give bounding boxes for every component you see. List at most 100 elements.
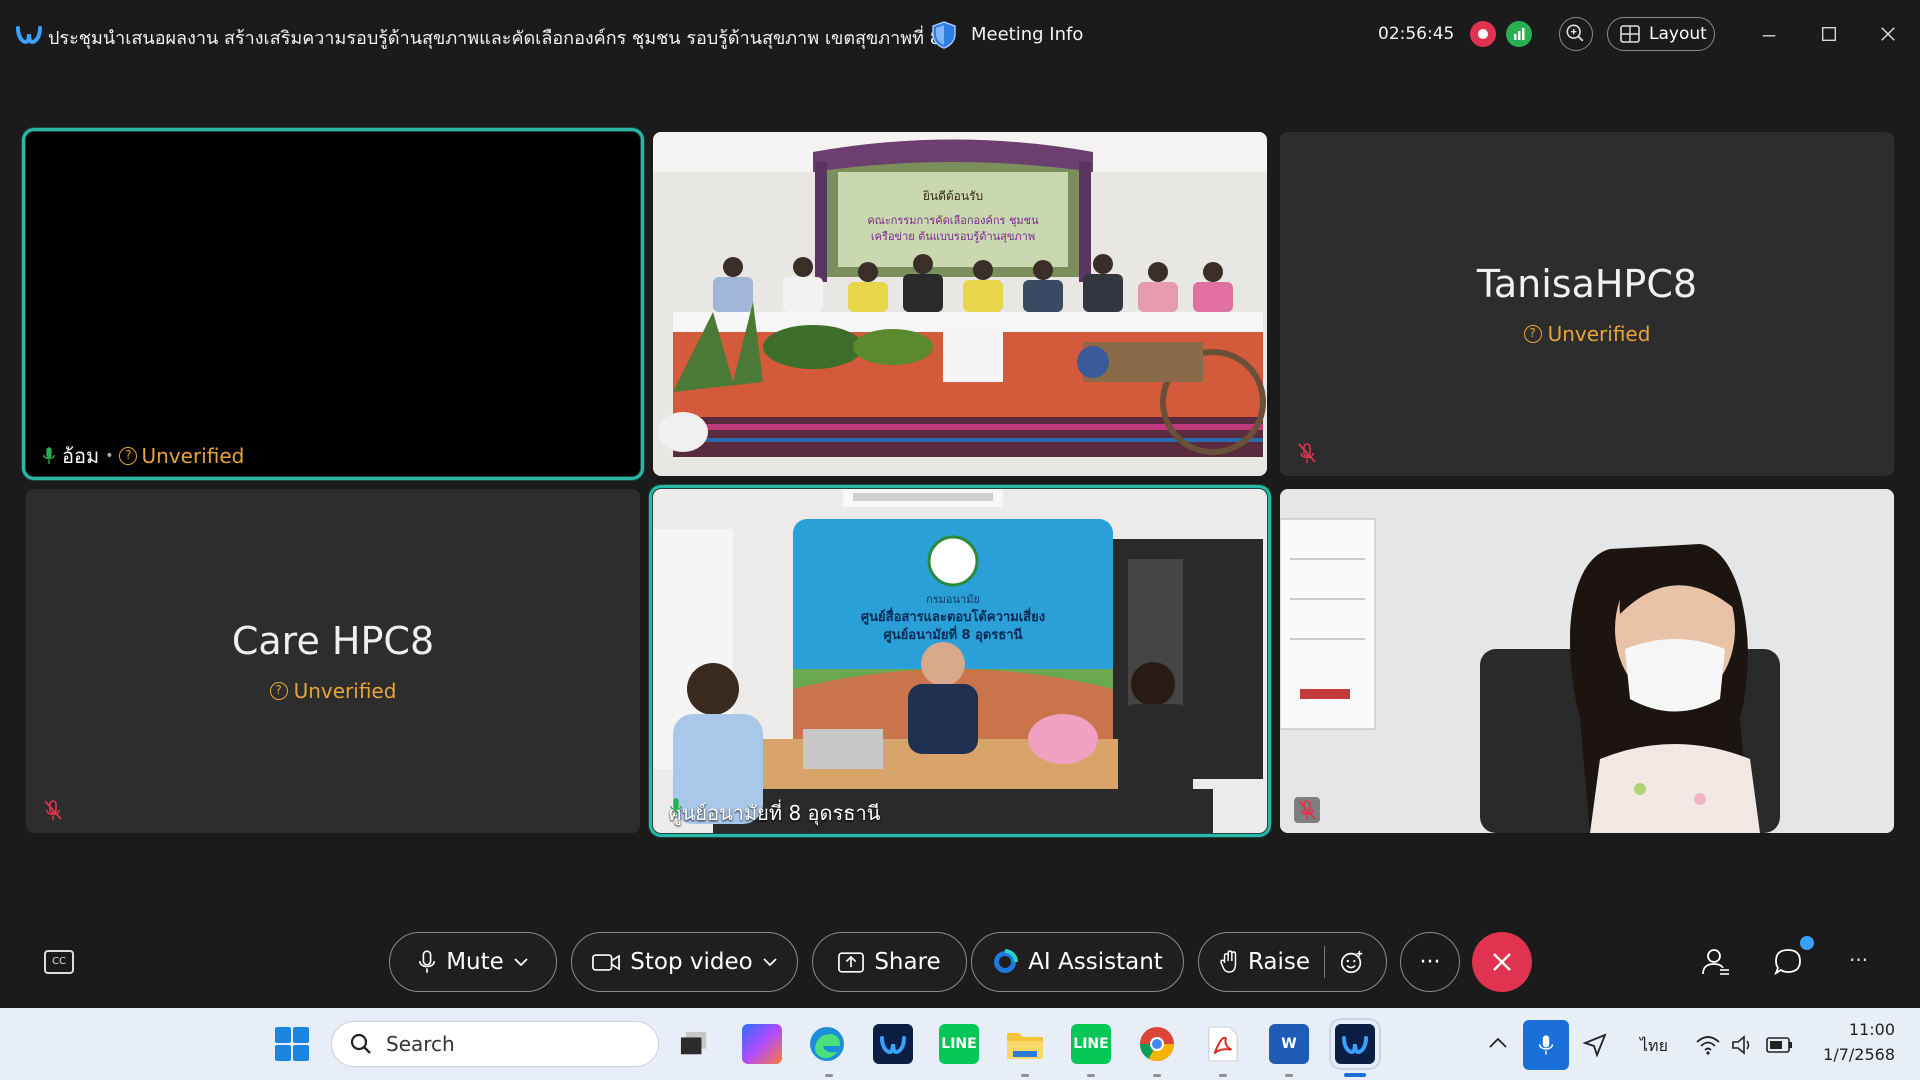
microphone-muted-icon (44, 800, 62, 820)
leave-meeting-button[interactable] (1472, 932, 1532, 992)
taskbar-search-box[interactable]: Search (331, 1021, 659, 1067)
video-camera-icon (592, 953, 621, 971)
close-button[interactable] (1874, 20, 1902, 48)
volume-icon[interactable] (1730, 1034, 1756, 1056)
maximize-button[interactable] (1815, 20, 1843, 48)
more-options-button[interactable]: ··· (1400, 932, 1460, 992)
share-label: Share (874, 949, 941, 975)
reactions-icon[interactable] (1339, 949, 1365, 975)
input-language-indicator[interactable]: ไทย (1640, 1034, 1668, 1059)
webex-taskbar-icon[interactable] (873, 1024, 913, 1064)
stop-video-button[interactable]: Stop video (571, 932, 798, 992)
banner-welcome-text: ยินดีต้อนรับ (923, 189, 983, 203)
layout-label: Layout (1649, 24, 1707, 44)
microphone-in-use-icon[interactable] (1523, 1020, 1569, 1070)
file-explorer-icon[interactable] (1005, 1024, 1045, 1064)
participant-name: Care HPC8 (231, 619, 435, 663)
meeting-timer: 02:56:45 (1378, 24, 1455, 44)
video-tile-conference-room[interactable]: ยินดีต้อนรับ คณะกรรมการคัดเลือกองค์กร ชุ… (653, 132, 1267, 476)
share-screen-icon (838, 951, 865, 973)
layout-button[interactable]: Layout (1607, 17, 1715, 51)
backdrop-line2-text: ศูนย์อนามัยที่ 8 อุดรธานี (884, 625, 1023, 643)
title-bar: ประชุมนำเสนอผลงาน สร้างเสริมความรอบรู้ด้… (0, 0, 1920, 70)
chevron-down-icon[interactable] (763, 957, 777, 967)
raise-label: Raise (1247, 949, 1311, 975)
studio-video: กรมอนามัย ศูนย์สื่อสารและตอบโต้ความเสี่ย… (653, 489, 1267, 833)
conference-room-video: ยินดีต้อนรับ คณะกรรมการคัดเลือกองค์กร ชุ… (653, 132, 1267, 476)
meeting-controls-bar: CC Mute Stop video Share AI Assistant Ra… (0, 930, 1920, 1000)
raise-hand-group: Raise (1198, 932, 1387, 992)
unverified-badge: ? Unverified (119, 444, 244, 468)
pdf-reader-icon[interactable] (1203, 1024, 1243, 1064)
participant-name: อ้อม (62, 444, 100, 468)
webcam-video (1280, 489, 1894, 833)
stop-video-label: Stop video (630, 949, 753, 975)
chat-unread-indicator (1800, 936, 1814, 950)
webex-logo-icon (16, 26, 42, 45)
video-tile-aom[interactable]: อ้อม • ? Unverified (22, 128, 644, 480)
meeting-title: ประชุมนำเสนอผลงาน สร้างเสริมความรอบรู้ด้… (48, 28, 942, 49)
location-icon[interactable] (1582, 1032, 1608, 1058)
hand-icon (1220, 950, 1237, 973)
word-app-icon[interactable]: W (1269, 1024, 1309, 1064)
microphone-muted-icon (1298, 443, 1316, 463)
participant-name: ศูนย์อนามัยที่ 8 อุดรธานี (669, 801, 881, 825)
participant-name: TanisaHPC8 (1476, 262, 1698, 306)
microphone-icon (419, 950, 436, 973)
video-tile-participant-6[interactable] (1280, 489, 1894, 833)
unverified-badge: ? Unverified (26, 679, 640, 703)
question-icon: ? (119, 447, 138, 465)
edge-browser-icon[interactable] (807, 1024, 847, 1064)
ai-assistant-label: AI Assistant (1028, 949, 1163, 975)
windows-taskbar: Search LINE LINE W ไทย 11:00 1/7/2568 (0, 1008, 1920, 1080)
question-icon: ? (269, 682, 288, 700)
raise-hand-button[interactable]: Raise (1220, 949, 1310, 975)
zoom-in-button[interactable] (1559, 17, 1593, 51)
video-tile-tanisahpc8[interactable]: TanisaHPC8 ? Unverified (1280, 132, 1894, 476)
more-options-label: ··· (1419, 949, 1441, 975)
banner-line2-text: เครือข่าย ต้นแบบรอบรู้ด้านสุขภาพ (871, 230, 1035, 243)
line-app-second-icon[interactable]: LINE (1071, 1024, 1111, 1064)
chrome-browser-icon[interactable] (1137, 1024, 1177, 1064)
mute-label: Mute (446, 949, 504, 975)
copilot-icon[interactable] (742, 1024, 782, 1064)
taskbar-date[interactable]: 1/7/2568 (1808, 1045, 1895, 1064)
participant-name-tag: ศูนย์อนามัยที่ 8 อุดรธานี (669, 797, 880, 829)
unverified-badge: ? Unverified (1280, 322, 1894, 346)
backdrop-department-text: กรมอนามัย (926, 593, 980, 606)
share-button[interactable]: Share (812, 932, 967, 992)
video-tile-health-center-8[interactable]: กรมอนามัย ศูนย์สื่อสารและตอบโต้ความเสี่ย… (649, 485, 1271, 837)
webex-meeting-window: ประชุมนำเสนอผลงาน สร้างเสริมความรอบรู้ด้… (0, 0, 1920, 1008)
mute-button[interactable]: Mute (389, 932, 557, 992)
video-tile-care-hpc8[interactable]: Care HPC8 ? Unverified (26, 489, 640, 833)
meeting-info-link[interactable]: Meeting Info (971, 24, 1083, 45)
microphone-icon (670, 798, 682, 815)
chevron-down-icon[interactable] (514, 957, 528, 967)
webex-active-taskbar-icon[interactable] (1329, 1018, 1381, 1070)
backdrop-line1-text: ศูนย์สื่อสารและตอบโต้ความเสี่ยง (861, 607, 1045, 625)
chevron-up-icon[interactable] (1488, 1036, 1508, 1050)
microphone-icon (43, 447, 55, 464)
battery-icon[interactable] (1766, 1036, 1794, 1054)
search-icon (350, 1033, 371, 1054)
taskbar-time[interactable]: 11:00 (1815, 1020, 1895, 1039)
line-app-icon[interactable]: LINE (939, 1024, 979, 1064)
question-icon: ? (1523, 325, 1542, 343)
recording-icon[interactable] (1470, 21, 1496, 47)
ai-assistant-icon (994, 949, 1019, 973)
chat-icon[interactable] (1773, 947, 1803, 977)
wifi-icon[interactable] (1695, 1034, 1721, 1056)
closed-captions-button[interactable]: CC (44, 950, 74, 974)
search-placeholder: Search (386, 1032, 455, 1056)
network-signal-icon[interactable] (1506, 21, 1532, 47)
participants-icon[interactable] (1701, 947, 1731, 977)
microphone-muted-icon (1298, 800, 1316, 820)
minimize-button[interactable] (1755, 20, 1783, 48)
windows-start-icon[interactable] (274, 1026, 310, 1062)
task-view-icon[interactable] (674, 1024, 714, 1064)
close-icon (1493, 953, 1511, 971)
more-panel-icon[interactable]: ··· (1849, 948, 1868, 972)
shield-icon[interactable] (930, 20, 958, 50)
ai-assistant-button[interactable]: AI Assistant (971, 932, 1184, 992)
microphone-muted-box (1294, 797, 1320, 823)
